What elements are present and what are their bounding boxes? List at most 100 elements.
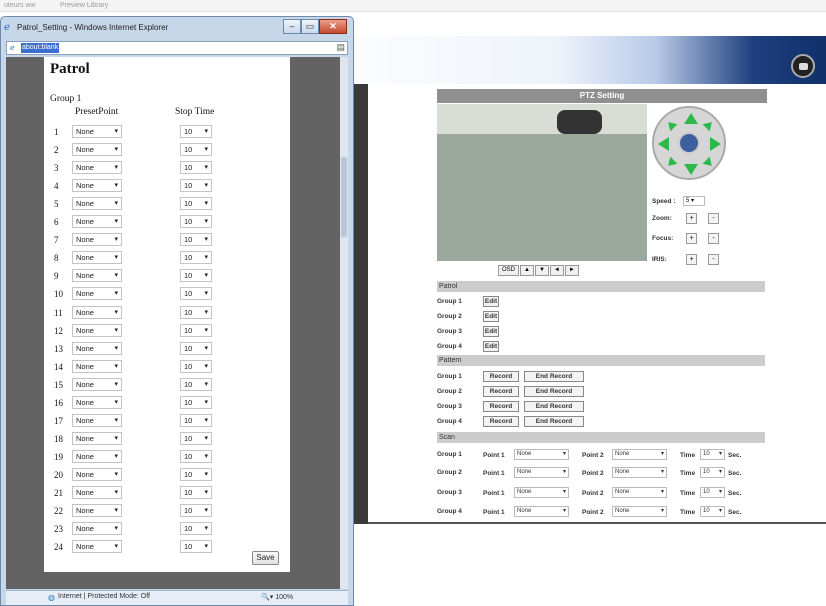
- stop-time-select[interactable]: 10: [180, 179, 212, 193]
- preset-point-select[interactable]: None: [72, 377, 122, 391]
- preset-point-select[interactable]: None: [72, 359, 122, 373]
- maximize-button[interactable]: ▭: [301, 19, 319, 34]
- pan-downright-arrow-icon[interactable]: [702, 156, 716, 170]
- scan-time-select[interactable]: 10: [700, 506, 725, 517]
- preset-point-select[interactable]: None: [72, 233, 122, 247]
- stop-time-select[interactable]: 10: [180, 305, 212, 319]
- focus-in-button[interactable]: +: [686, 233, 697, 244]
- preset-point-select[interactable]: None: [72, 287, 122, 301]
- osd-down-button[interactable]: ▼: [534, 265, 549, 276]
- camera-icon[interactable]: [791, 54, 815, 78]
- stop-time-select[interactable]: 10: [180, 431, 212, 445]
- focus-out-button[interactable]: -: [708, 233, 719, 244]
- scan-time-select[interactable]: 10: [700, 487, 725, 498]
- preset-point-select[interactable]: None: [72, 449, 122, 463]
- stop-time-select[interactable]: 10: [180, 522, 212, 536]
- stop-time-select[interactable]: 10: [180, 504, 212, 518]
- close-button[interactable]: ✕: [319, 19, 347, 34]
- iris-close-button[interactable]: -: [708, 254, 719, 265]
- scan-point1-select[interactable]: None: [514, 467, 569, 478]
- minimize-button[interactable]: –: [283, 19, 301, 34]
- scan-point2-select[interactable]: None: [612, 467, 667, 478]
- stop-time-select[interactable]: 10: [180, 359, 212, 373]
- osd-button[interactable]: OSD: [498, 265, 520, 276]
- save-button[interactable]: Save: [252, 551, 279, 565]
- preset-point-select[interactable]: None: [72, 125, 122, 138]
- osd-up-button[interactable]: ▲: [520, 265, 534, 276]
- patrol-edit-button[interactable]: Edit: [483, 311, 499, 322]
- pan-right-arrow-icon[interactable]: [710, 137, 721, 151]
- preset-point-select[interactable]: None: [72, 522, 122, 536]
- preset-point-select[interactable]: None: [72, 540, 122, 554]
- pan-upright-arrow-icon[interactable]: [702, 118, 716, 132]
- scan-point1-select[interactable]: None: [514, 487, 569, 498]
- address-input[interactable]: about:blank: [21, 43, 60, 53]
- scan-point2-select[interactable]: None: [612, 449, 667, 460]
- preset-point-select[interactable]: None: [72, 197, 122, 211]
- stop-time-select[interactable]: 10: [180, 287, 212, 301]
- iris-open-button[interactable]: +: [686, 254, 697, 265]
- vertical-scrollbar[interactable]: [340, 57, 348, 589]
- preset-point-select[interactable]: None: [72, 215, 122, 229]
- pan-downleft-arrow-icon[interactable]: [664, 156, 678, 170]
- preset-point-select[interactable]: None: [72, 486, 122, 499]
- pattern-end-record-button[interactable]: End Record: [524, 371, 584, 382]
- scan-point2-select[interactable]: None: [612, 506, 667, 517]
- scan-point1-select[interactable]: None: [514, 506, 569, 517]
- stop-time-select[interactable]: 10: [180, 251, 212, 265]
- stop-time-select[interactable]: 10: [180, 377, 212, 391]
- security-zone-text[interactable]: Internet | Protected Mode: Off: [58, 593, 150, 600]
- patrol-edit-button[interactable]: Edit: [483, 326, 499, 337]
- preset-point-select[interactable]: None: [72, 251, 122, 265]
- patrol-edit-button[interactable]: Edit: [483, 296, 499, 307]
- osd-right-button[interactable]: ►: [564, 265, 579, 276]
- preset-point-select[interactable]: None: [72, 413, 122, 427]
- stop-time-select[interactable]: 10: [180, 125, 212, 138]
- address-bar[interactable]: ℯ about:blank ▤: [6, 41, 348, 55]
- stop-time-select[interactable]: 10: [180, 486, 212, 499]
- stop-time-select[interactable]: 10: [180, 143, 212, 157]
- osd-left-button[interactable]: ◄: [549, 265, 564, 276]
- preset-point-select[interactable]: None: [72, 504, 122, 518]
- pan-up-arrow-icon[interactable]: [684, 113, 698, 124]
- speed-select[interactable]: 5 ▾: [683, 196, 705, 206]
- scan-time-select[interactable]: 10: [700, 467, 725, 478]
- pattern-record-button[interactable]: Record: [483, 401, 519, 412]
- stop-time-select[interactable]: 10: [180, 413, 212, 427]
- stop-time-select[interactable]: 10: [180, 395, 212, 409]
- zoom-level[interactable]: 🔍▾ 100%: [261, 593, 293, 601]
- scan-point2-select[interactable]: None: [612, 487, 667, 498]
- scan-time-select[interactable]: 10: [700, 449, 725, 460]
- preset-point-select[interactable]: None: [72, 431, 122, 445]
- pattern-end-record-button[interactable]: End Record: [524, 401, 584, 412]
- preset-point-select[interactable]: None: [72, 323, 122, 337]
- stop-time-select[interactable]: 10: [180, 233, 212, 247]
- preset-point-select[interactable]: None: [72, 467, 122, 481]
- stop-time-select[interactable]: 10: [180, 197, 212, 211]
- preset-point-select[interactable]: None: [72, 179, 122, 193]
- pattern-end-record-button[interactable]: End Record: [524, 386, 584, 397]
- preset-point-select[interactable]: None: [72, 305, 122, 319]
- scan-point1-select[interactable]: None: [514, 449, 569, 460]
- stop-time-select[interactable]: 10: [180, 269, 212, 283]
- stop-time-select[interactable]: 10: [180, 161, 212, 175]
- pan-left-arrow-icon[interactable]: [658, 137, 669, 151]
- pattern-record-button[interactable]: Record: [483, 386, 519, 397]
- preset-point-select[interactable]: None: [72, 269, 122, 283]
- home-position-icon[interactable]: [678, 132, 700, 154]
- preset-point-select[interactable]: None: [72, 143, 122, 157]
- pattern-record-button[interactable]: Record: [483, 416, 519, 427]
- preset-point-select[interactable]: None: [72, 341, 122, 355]
- patrol-edit-button[interactable]: Edit: [483, 341, 499, 352]
- stop-time-select[interactable]: 10: [180, 467, 212, 481]
- stop-time-select[interactable]: 10: [180, 540, 212, 554]
- preset-point-select[interactable]: None: [72, 161, 122, 175]
- pattern-end-record-button[interactable]: End Record: [524, 416, 584, 427]
- stop-time-select[interactable]: 10: [180, 323, 212, 337]
- scrollbar-thumb[interactable]: [341, 157, 347, 237]
- pan-down-arrow-icon[interactable]: [684, 164, 698, 175]
- pattern-record-button[interactable]: Record: [483, 371, 519, 382]
- stop-time-select[interactable]: 10: [180, 215, 212, 229]
- stop-time-select[interactable]: 10: [180, 449, 212, 463]
- stop-time-select[interactable]: 10: [180, 341, 212, 355]
